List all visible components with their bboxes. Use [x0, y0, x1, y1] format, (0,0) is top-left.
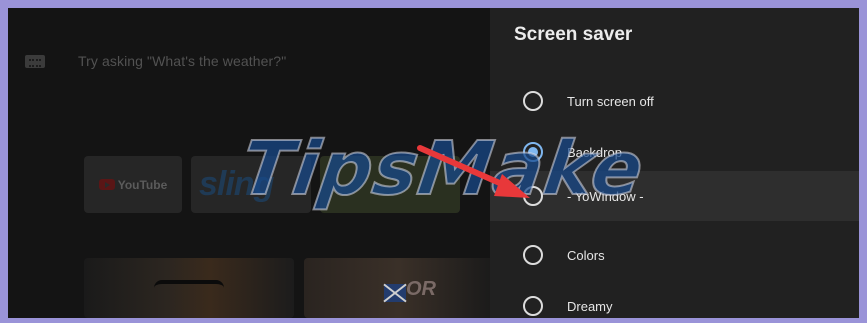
- keyboard-icon[interactable]: [25, 54, 45, 68]
- app-tile-sling[interactable]: sling: [191, 156, 311, 213]
- option-turn-screen-off[interactable]: Turn screen off: [490, 76, 859, 126]
- radio-button[interactable]: [523, 296, 543, 316]
- app-tile[interactable]: [320, 156, 460, 213]
- option-label: - YoWindow -: [567, 188, 644, 204]
- radio-button[interactable]: [523, 186, 543, 206]
- radio-button[interactable]: [523, 91, 543, 111]
- screenshot-frame: Try asking "What's the weather?" YouTube…: [0, 0, 867, 323]
- content-thumbnail[interactable]: [84, 258, 294, 318]
- content-row: OR: [84, 258, 490, 318]
- panel-title: Screen saver: [514, 24, 633, 45]
- radio-button-selected[interactable]: [523, 142, 543, 162]
- screen-saver-panel: Screen saver Turn screen off Backdrop - …: [490, 8, 859, 318]
- youtube-play-icon: [98, 179, 115, 190]
- app-row: YouTube sling: [84, 156, 460, 213]
- app-tile-youtube[interactable]: YouTube: [84, 156, 182, 213]
- option-dreamy[interactable]: Dreamy: [490, 281, 859, 318]
- thumbnail-badge: OR: [406, 278, 436, 300]
- flag-graphic: [384, 284, 406, 302]
- option-label: Turn screen off: [567, 93, 654, 109]
- tv-home-background: Try asking "What's the weather?" YouTube…: [8, 8, 490, 318]
- thumbnail-graphic: [154, 280, 224, 302]
- app-tile-label: YouTube: [117, 177, 168, 192]
- app-tile-label: sling: [199, 165, 274, 203]
- option-label: Colors: [567, 247, 605, 263]
- option-label: Backdrop: [567, 144, 622, 160]
- option-yowindow[interactable]: - YoWindow -: [490, 171, 859, 221]
- option-colors[interactable]: Colors: [490, 230, 859, 280]
- option-label: Dreamy: [567, 298, 613, 314]
- assistant-hint-bar[interactable]: Try asking "What's the weather?": [25, 50, 286, 72]
- assistant-hint-text: Try asking "What's the weather?": [78, 53, 287, 69]
- option-backdrop[interactable]: Backdrop: [490, 127, 859, 177]
- radio-button[interactable]: [523, 245, 543, 265]
